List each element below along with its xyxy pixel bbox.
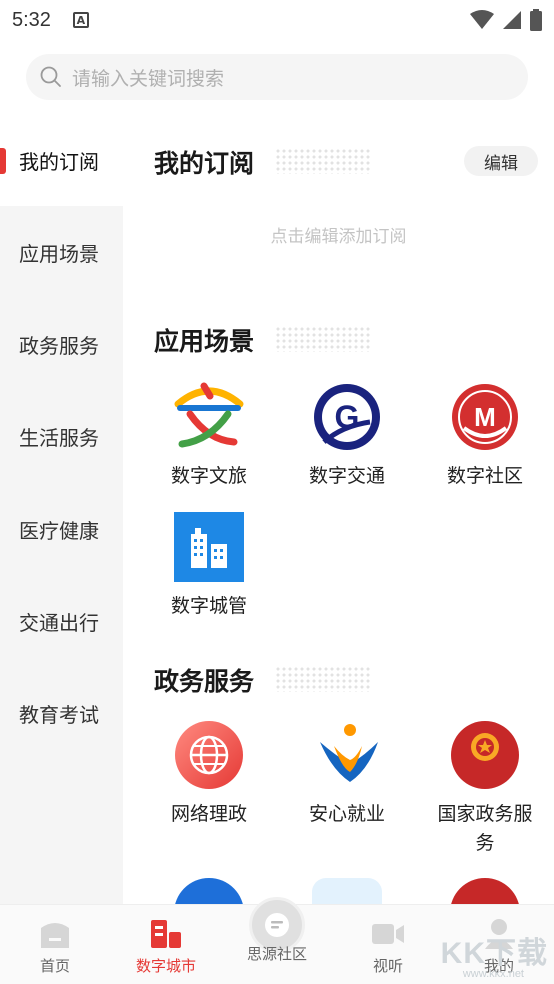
sidebar-item-life-services[interactable]: 生活服务 — [0, 390, 123, 482]
section-title-subscriptions: 我的订阅 — [154, 149, 255, 178]
empty-subscription-hint: 点击编辑添加订阅 — [270, 227, 407, 247]
globe-icon — [174, 720, 244, 790]
nav-community[interactable]: 思源社区 — [222, 897, 332, 964]
app-label: 数字交通 — [308, 465, 385, 487]
app-label: 国家政务服务 — [437, 803, 533, 854]
watermark-url: www.kkx.net — [462, 968, 524, 980]
signal-icon — [503, 11, 521, 29]
section-title-scenes: 应用场景 — [154, 327, 255, 356]
national-emblem-icon — [450, 720, 520, 790]
sidebar-item-transport[interactable]: 交通出行 — [0, 575, 123, 667]
title-decoration — [275, 666, 370, 692]
edit-button[interactable]: 编辑 — [464, 146, 538, 176]
sidebar-item-scenes[interactable]: 应用场景 — [0, 206, 123, 298]
home-icon — [36, 917, 74, 951]
status-time: 5:32 — [12, 8, 51, 31]
community-icon: M — [450, 382, 520, 452]
nav-digital-city[interactable]: 数字城市 — [111, 917, 221, 976]
sidebar-item-subscriptions[interactable]: 我的订阅 — [0, 114, 123, 206]
notification-a-icon: A — [72, 12, 89, 28]
partial-app-icon — [312, 878, 382, 904]
app-label: 数字社区 — [446, 465, 523, 487]
sidebar-item-education[interactable]: 教育考试 — [0, 667, 123, 759]
app-city-management[interactable]: 数字城管 — [139, 512, 279, 621]
battery-icon — [530, 9, 542, 31]
app-label: 安心就业 — [308, 803, 385, 825]
nav-label: 思源社区 — [246, 945, 307, 963]
title-decoration — [275, 326, 370, 352]
wifi-icon — [470, 10, 494, 29]
category-sidebar: 我的订阅 应用场景 政务服务 生活服务 医疗健康 交通出行 教育考试 — [0, 112, 123, 904]
sidebar-item-gov-services[interactable]: 政务服务 — [0, 298, 123, 390]
app-culture-tourism[interactable]: 数字文旅 — [139, 382, 279, 491]
sidebar-item-health[interactable]: 医疗健康 — [0, 483, 123, 575]
section-title-gov-services: 政务服务 — [154, 667, 255, 696]
app-national-gov-service[interactable]: 国家政务服务 — [415, 720, 554, 858]
employment-icon — [312, 720, 382, 790]
partial-app-icon — [450, 878, 520, 904]
title-decoration — [275, 148, 370, 174]
culture-tourism-icon — [174, 382, 244, 452]
app-label: 网络理政 — [170, 803, 247, 825]
app-employment[interactable]: 安心就业 — [277, 720, 417, 829]
video-icon — [369, 917, 407, 951]
nav-label: 视听 — [372, 957, 403, 975]
search-icon — [40, 66, 61, 87]
status-bar: 5:32 A — [0, 0, 554, 40]
nav-label: 数字城市 — [135, 957, 196, 975]
nav-video[interactable]: 视听 — [333, 917, 443, 976]
app-transport[interactable]: G 数字交通 — [277, 382, 417, 491]
search-bar[interactable]: 请输入关键词搜索 — [26, 54, 528, 100]
partial-app-icon — [174, 878, 244, 904]
app-label: 数字文旅 — [170, 465, 247, 487]
city-management-icon — [174, 512, 244, 582]
status-indicators — [470, 9, 542, 31]
nav-label: 首页 — [39, 957, 70, 975]
nav-home[interactable]: 首页 — [0, 917, 110, 976]
transport-icon: G — [312, 382, 382, 452]
watermark-logo: KK下载 — [440, 937, 548, 970]
main-content: 我的订阅 编辑 点击编辑添加订阅 应用场景 数字文旅 G 数字交通 M 数字社区… — [123, 112, 554, 904]
city-icon — [147, 917, 185, 951]
search-input[interactable]: 请输入关键词搜索 — [72, 64, 224, 91]
app-online-governance[interactable]: 网络理政 — [139, 720, 279, 829]
app-community[interactable]: M 数字社区 — [415, 382, 554, 491]
app-label: 数字城管 — [170, 595, 247, 617]
svg-text:M: M — [474, 402, 496, 432]
